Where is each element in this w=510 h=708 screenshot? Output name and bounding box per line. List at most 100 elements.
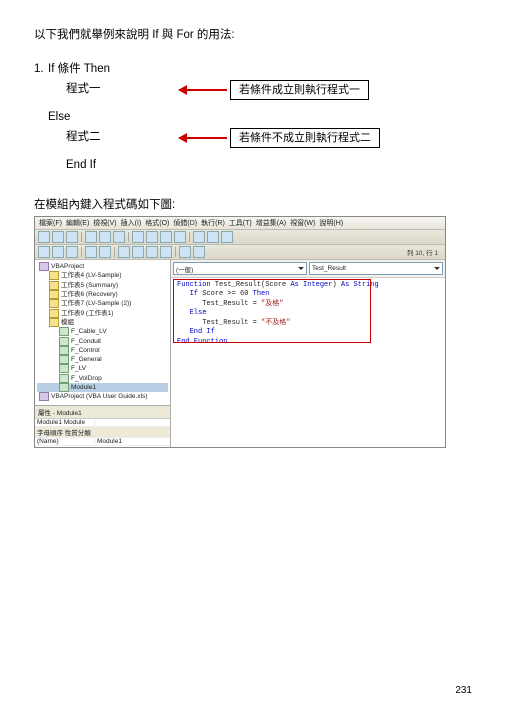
toolbar-icon[interactable]	[160, 246, 172, 258]
tree-node-label: 工作表9 (工作表1)	[61, 310, 113, 317]
menu-item[interactable]: 格式(O)	[145, 218, 169, 228]
sheet-icon	[49, 281, 59, 290]
project-icon	[39, 392, 49, 401]
toolbar-icon[interactable]	[174, 231, 186, 243]
toolbar-icon[interactable]	[193, 246, 205, 258]
sheet-icon	[49, 271, 59, 280]
list-number: 1.	[34, 61, 48, 78]
tree-node[interactable]: F_VolDrop	[37, 374, 168, 383]
menu-item[interactable]: 工具(T)	[229, 218, 252, 228]
toolbar-icon[interactable]	[146, 231, 158, 243]
tree-node[interactable]: F_General	[37, 355, 168, 364]
prop-tabs[interactable]: 字母順序 性質分類	[35, 427, 170, 437]
tree-node[interactable]: VBAProject	[37, 262, 168, 271]
tree-node[interactable]: F_LV	[37, 364, 168, 373]
menu-item[interactable]: 執行(R)	[201, 218, 225, 228]
tree-node-label: 工作表5 (Summary)	[61, 282, 118, 289]
syntax-line-2: 程式一	[48, 81, 176, 98]
tree-node[interactable]: 工作表6 (Recovery)	[37, 290, 168, 299]
note-box-1: 若條件成立則執行程式一	[230, 80, 369, 101]
if-syntax-block: 1. If 條件 Then 程式一 若條件成立則執行程式一 Else 程式二 若…	[34, 60, 476, 180]
code-editor[interactable]: Function Test_Result(Score As Integer) A…	[171, 278, 445, 447]
menu-item[interactable]: 插入(I)	[121, 218, 142, 228]
toolbar-icon[interactable]	[99, 246, 111, 258]
syntax-line-1: If 條件 Then	[48, 61, 158, 78]
toolbar-icon[interactable]	[146, 246, 158, 258]
caption-text: 在模組內鍵入程式碼如下圖:	[34, 196, 476, 212]
properties-header: 屬性 - Module1	[35, 405, 170, 418]
chevron-down-icon	[298, 267, 304, 270]
module-icon	[59, 327, 69, 336]
tree-node-label: F_Cable_LV	[71, 328, 107, 335]
sheet-icon	[49, 290, 59, 299]
ide-screenshot: 檔案(F) 編輯(E) 檢視(V) 插入(I)格式(O) 偵錯(D) 執行(R) 工具(T)…	[34, 216, 446, 448]
module-icon	[59, 355, 69, 364]
toolbar-icon[interactable]	[132, 231, 144, 243]
tree-node[interactable]: 工作表5 (Summary)	[37, 281, 168, 290]
sheet-icon	[49, 299, 59, 308]
intro-text: 以下我們就舉例來說明 If 與 For 的用法:	[34, 26, 476, 42]
toolbar-icon[interactable]	[38, 231, 50, 243]
page-number: 231	[455, 685, 472, 696]
syntax-line-4: 程式二	[48, 129, 176, 146]
menu-item[interactable]: 編輯(E)	[66, 218, 89, 228]
toolbar-icon[interactable]	[113, 231, 125, 243]
toolbar-icon[interactable]	[52, 231, 64, 243]
tree-node[interactable]: F_Control	[37, 346, 168, 355]
tree-node[interactable]: Module1	[37, 383, 168, 392]
procedure-combo[interactable]: Test_Result	[309, 262, 443, 275]
tree-node-label: VBAProject (VBA User Guide.xls)	[51, 394, 147, 401]
tree-node-label: F_Conduit	[71, 338, 101, 345]
toolbar-icon[interactable]	[99, 231, 111, 243]
menu-item[interactable]: 偵錯(D)	[173, 218, 197, 228]
tree-node-label: F_General	[71, 356, 102, 363]
ide-toolbar-2: 列 10, 行 1	[35, 245, 445, 260]
prop-value[interactable]: Module1	[95, 438, 170, 445]
syntax-line-3: Else	[48, 109, 158, 126]
prop-key: (Name)	[35, 438, 95, 445]
project-tree[interactable]: VBAProject工作表4 (LV-Sample) 工作表5 (Summary)…	[35, 260, 170, 405]
module-icon	[59, 337, 69, 346]
tree-node[interactable]: F_Cable_LV	[37, 327, 168, 336]
sheet-icon	[49, 309, 59, 318]
menu-item[interactable]: 視窗(W)	[290, 218, 315, 228]
toolbar-icon[interactable]	[132, 246, 144, 258]
toolbar-icon[interactable]	[52, 246, 64, 258]
toolbar-icon[interactable]	[193, 231, 205, 243]
menu-item[interactable]: 檔案(F)	[39, 218, 62, 228]
note-box-2: 若條件不成立則執行程式二	[230, 128, 380, 149]
tree-node[interactable]: 模組	[37, 318, 168, 327]
toolbar-icon[interactable]	[221, 231, 233, 243]
tree-node[interactable]: F_Conduit	[37, 337, 168, 346]
prop-module-name: Module1 Module	[35, 419, 95, 426]
toolbar-icon[interactable]	[160, 231, 172, 243]
chevron-down-icon	[434, 267, 440, 270]
tree-node-label: 工作表7 (LV-Sample (2))	[61, 300, 131, 307]
tree-node-label: Module1	[71, 384, 96, 391]
project-icon	[39, 262, 49, 271]
object-combo[interactable]: (一般)	[173, 262, 307, 275]
tree-node[interactable]: 工作表7 (LV-Sample (2))	[37, 299, 168, 308]
tree-node[interactable]: 工作表9 (工作表1)	[37, 309, 168, 318]
tree-node-label: F_Control	[71, 347, 100, 354]
tree-node[interactable]: 工作表4 (LV-Sample)	[37, 271, 168, 280]
toolbar-icon[interactable]	[85, 246, 97, 258]
module-icon	[59, 346, 69, 355]
procedure-combo-label: Test_Result	[312, 265, 346, 272]
toolbar-icon[interactable]	[179, 246, 191, 258]
ide-menubar: 檔案(F) 編輯(E) 檢視(V) 插入(I)格式(O) 偵錯(D) 執行(R) 工具(T)…	[35, 217, 445, 230]
ide-toolbar-1	[35, 230, 445, 245]
properties-panel[interactable]: Module1 Module 字母順序 性質分類 (Name)Module1	[35, 418, 170, 447]
toolbar-icon[interactable]	[66, 231, 78, 243]
menu-item[interactable]: 說明(H)	[319, 218, 343, 228]
menu-item[interactable]: 檢視(V)	[93, 218, 116, 228]
toolbar-icon[interactable]	[85, 231, 97, 243]
toolbar-icon[interactable]	[38, 246, 50, 258]
toolbar-icon[interactable]	[118, 246, 130, 258]
tree-node[interactable]: VBAProject (VBA User Guide.xls)	[37, 392, 168, 401]
module-icon	[59, 374, 69, 383]
tree-node-label: VBAProject	[51, 263, 84, 270]
toolbar-icon[interactable]	[207, 231, 219, 243]
menu-item[interactable]: 增益集(A)	[256, 218, 286, 228]
toolbar-icon[interactable]	[66, 246, 78, 258]
